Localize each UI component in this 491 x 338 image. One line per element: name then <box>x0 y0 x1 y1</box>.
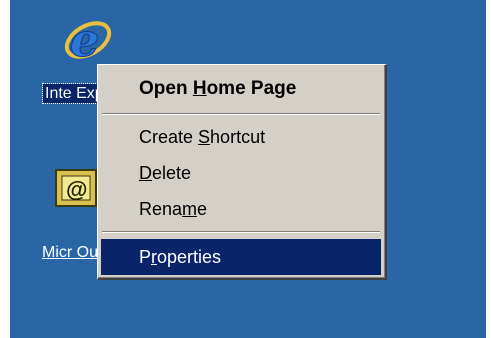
menu-item-label: Open <box>139 78 193 99</box>
context-menu: Open Home Page Create Shortcut Delete Re… <box>97 64 387 280</box>
menu-item-properties[interactable]: Properties <box>101 239 381 275</box>
menu-separator <box>102 113 380 115</box>
menu-separator <box>102 231 380 233</box>
outlook-label[interactable]: Micr Outlook <box>42 243 102 262</box>
menu-item-label: Rena <box>139 199 183 219</box>
menu-item-label: e <box>197 199 208 219</box>
desktop: e e Inte Exp @ Micr Outlook Open Home Pa… <box>10 0 486 338</box>
menu-item-delete[interactable]: Delete <box>101 155 381 191</box>
menu-item-label: P <box>139 247 152 267</box>
svg-text:e: e <box>70 13 99 66</box>
menu-item-label: operties <box>157 247 222 267</box>
menu-item-accelerator: m <box>182 199 198 219</box>
menu-item-label: Create <box>139 127 199 147</box>
menu-item-label: elete <box>152 163 192 183</box>
internet-explorer-icon[interactable]: e e <box>60 8 116 68</box>
menu-item-open-home-page[interactable]: Open Home Page <box>101 71 381 107</box>
menu-item-accelerator: H <box>192 78 207 99</box>
svg-text:@: @ <box>66 177 87 202</box>
menu-item-label: ome Page <box>206 78 297 99</box>
menu-item-create-shortcut[interactable]: Create Shortcut <box>101 119 381 155</box>
menu-item-label: hortcut <box>210 127 266 147</box>
menu-item-accelerator: S <box>198 127 211 147</box>
menu-item-accelerator: D <box>139 163 152 183</box>
menu-item-rename[interactable]: Rename <box>101 191 381 227</box>
outlook-icon[interactable]: @ <box>54 168 98 208</box>
